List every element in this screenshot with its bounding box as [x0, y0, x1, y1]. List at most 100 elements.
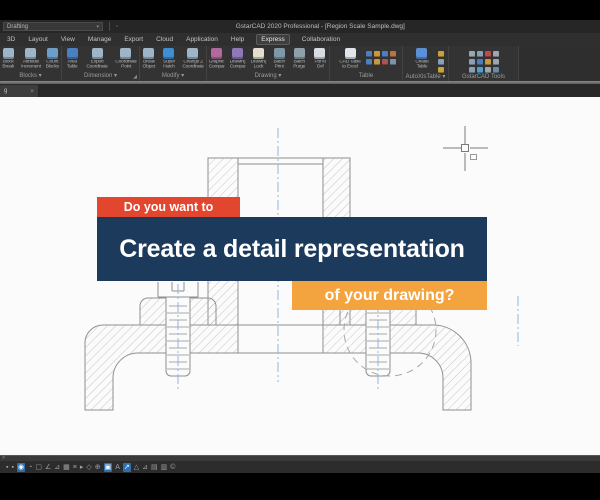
- cad-table-to-excel-icon: [344, 48, 356, 59]
- group-label-modify[interactable]: Modify ▾: [140, 72, 206, 81]
- tool-icon[interactable]: [366, 59, 372, 65]
- tab-help[interactable]: Help: [231, 36, 244, 43]
- status-toggle-5[interactable]: ▢: [35, 463, 42, 472]
- overlay-headline-banner: Create a detail representation: [97, 217, 487, 281]
- tab-collaboration[interactable]: Collaboration: [302, 36, 340, 43]
- status-bar: ▪ ▪ ◉ ◔ ▢ ∠ ⊿ ▦ ≡ ▸ ◇ ⊕ ▣ A ↗ △ ⊿ ▤ ▥ ©: [0, 461, 600, 473]
- batch-print-button[interactable]: Batch Print: [270, 48, 288, 71]
- status-toggle-10[interactable]: ▸: [80, 463, 84, 472]
- cad-table-to-excel-button[interactable]: CAD Table to Excel: [336, 48, 364, 71]
- status-toggle-2[interactable]: ▪: [11, 463, 13, 472]
- create-table-button[interactable]: Create Table: [408, 48, 436, 71]
- autoxls-tools-grid: [437, 48, 444, 73]
- status-toggle-14[interactable]: A: [115, 463, 120, 472]
- status-toggle-3[interactable]: ◉: [16, 462, 26, 472]
- tool-icon[interactable]: [390, 59, 396, 65]
- workspace-dropdown[interactable]: Drafting ▾: [3, 22, 103, 31]
- app-window: Drafting ▾ ▫ GstarCAD 2020 Professional …: [0, 0, 600, 500]
- tool-icon[interactable]: [492, 51, 499, 57]
- pdf-to-dxf-button[interactable]: Pdf to Dxf: [311, 48, 329, 71]
- super-hatch-button[interactable]: Super Hatch: [160, 48, 178, 71]
- status-toggle-13[interactable]: ▣: [103, 462, 113, 472]
- close-icon[interactable]: ×: [30, 88, 34, 95]
- graphic-compare-button[interactable]: Graphic Compare: [207, 48, 226, 71]
- tool-icon[interactable]: [476, 51, 483, 57]
- ribbon-group-autoxlstable: Create Table AutoXlsTable ▾: [403, 46, 449, 81]
- tool-icon[interactable]: [390, 51, 396, 57]
- super-hatch-icon: [163, 48, 175, 59]
- panel-launcher-icon[interactable]: ◢: [133, 74, 137, 80]
- status-toggle-15[interactable]: ↗: [122, 462, 131, 472]
- change-z-coordinate-button[interactable]: Change Z Coordinate: [180, 48, 206, 71]
- status-toggle-12[interactable]: ⊕: [95, 463, 101, 472]
- status-toggle-7[interactable]: ⊿: [54, 463, 60, 472]
- count-blocks-button[interactable]: Count Blocks: [44, 48, 61, 71]
- tool-icon[interactable]: [492, 59, 499, 65]
- batch-print-icon: [273, 48, 285, 59]
- chevron-down-icon: ▾: [96, 23, 99, 30]
- drawing-lock-button[interactable]: Drawing Lock: [249, 48, 268, 71]
- tab-layout[interactable]: Layout: [28, 36, 48, 43]
- document-tab-label: g: [4, 88, 8, 94]
- workspace-label: Drafting: [7, 23, 29, 30]
- count-blocks-icon: [47, 48, 59, 59]
- status-toggle-11[interactable]: ◇: [86, 463, 91, 472]
- title-bar: Drafting ▾ ▫ GstarCAD 2020 Professional …: [0, 20, 600, 33]
- gstarcad-tools-grid: [468, 48, 499, 73]
- tool-icon[interactable]: [437, 51, 444, 57]
- status-toggle-17[interactable]: ⊿: [142, 463, 148, 472]
- group-label-gstarcad-tools[interactable]: GstarCAD Tools: [449, 73, 518, 81]
- tool-icon[interactable]: [374, 59, 380, 65]
- group-label-drawing[interactable]: Drawing ▾: [207, 72, 329, 81]
- area-table-button[interactable]: Area Table: [62, 48, 82, 71]
- tab-manage[interactable]: Manage: [88, 36, 112, 43]
- tool-icon[interactable]: [468, 51, 475, 57]
- coordinate-point-button[interactable]: Coordinate Point: [113, 48, 139, 71]
- status-toggle-1[interactable]: ▪: [6, 463, 8, 472]
- attribute-increment-button[interactable]: Attribute Increment: [19, 48, 43, 71]
- create-table-icon: [416, 48, 427, 59]
- export-coordinate-button[interactable]: Export Coordinate: [84, 48, 110, 71]
- export-coordinate-icon: [91, 48, 103, 59]
- ribbon-group-blocks: Block Break Attribute Increment Count Bl…: [0, 46, 62, 81]
- tool-icon[interactable]: [366, 51, 372, 57]
- status-toggle-18[interactable]: ▤: [151, 463, 158, 472]
- group-label-table[interactable]: Table: [330, 72, 402, 81]
- status-toggle-9[interactable]: ≡: [73, 463, 77, 472]
- status-toggle-16[interactable]: △: [134, 463, 139, 472]
- tab-express[interactable]: Express: [256, 34, 290, 45]
- tab-3d[interactable]: 3D: [7, 36, 15, 43]
- tab-view[interactable]: View: [61, 36, 75, 43]
- tool-icon[interactable]: [382, 51, 388, 57]
- tool-icon[interactable]: [437, 59, 444, 65]
- letterbox-top: [0, 0, 600, 20]
- status-toggle-8[interactable]: ▦: [63, 463, 70, 472]
- group-label-autoxlstable[interactable]: AutoXlsTable ▾: [403, 73, 448, 81]
- tab-application[interactable]: Application: [186, 36, 218, 43]
- group-label-blocks[interactable]: Blocks ▾: [0, 72, 61, 81]
- tool-icon[interactable]: [484, 51, 491, 57]
- status-toggle-19[interactable]: ▥: [161, 463, 168, 472]
- tab-export[interactable]: Export: [124, 36, 143, 43]
- drawing-compare-button[interactable]: Drawing Compare: [228, 48, 247, 71]
- tool-icon[interactable]: [476, 59, 483, 65]
- status-toggle-4[interactable]: ◔: [28, 463, 32, 472]
- tool-icon[interactable]: [374, 51, 380, 57]
- change-z-coordinate-icon: [187, 48, 199, 59]
- status-toggle-6[interactable]: ∠: [45, 463, 51, 472]
- tool-icon[interactable]: [484, 59, 491, 65]
- status-toggle-20[interactable]: ©: [170, 463, 175, 472]
- block-break-button[interactable]: Block Break: [0, 48, 17, 71]
- document-tab[interactable]: g ×: [0, 85, 38, 97]
- break-object-button[interactable]: Break Object: [140, 48, 158, 71]
- titlebar-icon[interactable]: ▫: [116, 24, 118, 30]
- table-tools-grid: [366, 48, 396, 65]
- overlay-kicker-banner: Do you want to: [97, 197, 240, 217]
- batch-purge-button[interactable]: Batch Purge: [290, 48, 308, 71]
- tool-icon[interactable]: [382, 59, 388, 65]
- tool-icon[interactable]: [468, 59, 475, 65]
- ribbon: Block Break Attribute Increment Count Bl…: [0, 46, 600, 81]
- group-label-dimension[interactable]: Dimension ▾: [62, 72, 139, 81]
- tab-cloud[interactable]: Cloud: [156, 36, 173, 43]
- crosshair-cursor: [443, 126, 488, 171]
